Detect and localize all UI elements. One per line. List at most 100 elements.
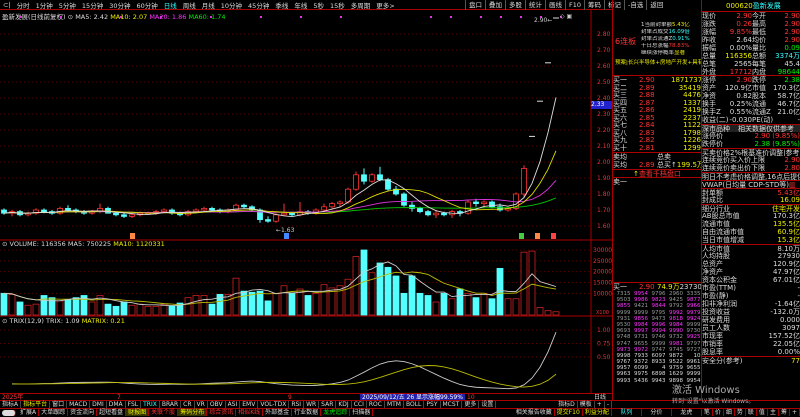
label[interactable]: VWAP(日均量 CDP-STD等) [702,181,789,188]
indicator-tab[interactable]: 窗口 [50,401,68,408]
indicator-tab[interactable]: DMI [90,401,107,408]
indicator-tab[interactable]: VR [195,401,208,408]
indicator-tab[interactable]: BRAR [160,401,182,408]
indicator-control[interactable]: 指标D [556,401,578,408]
panel-tab[interactable]: 龙虎 [672,409,702,416]
indicator-tab[interactable]: MTM [385,401,404,408]
function-tab[interactable]: 大单跟踪 [39,409,69,416]
indicator-tab[interactable]: WR [304,401,320,408]
panel-tab[interactable]: 势 [735,409,746,416]
trix-tick-label: 0.50 [597,354,611,361]
stock-name[interactable]: 盈新发展 [753,0,781,11]
panel-tab[interactable]: 主 [768,409,779,416]
candle-body [361,174,367,182]
indicator-tab[interactable]: MACD [67,401,91,408]
bid-level-row[interactable]: 买五 2.86 2419 [613,106,701,113]
function-tab[interactable]: 综合资讯 [207,409,237,416]
volume-bar [72,297,80,316]
panel-tab[interactable]: + [790,409,800,416]
panel-tab[interactable]: 值 [757,409,768,416]
indicator-tab[interactable]: 设置 [479,401,497,408]
indicator-tab[interactable]: KDJ [336,401,352,408]
event-marker [130,233,135,239]
price-tick-label: 2.60 [597,63,611,70]
function-tab[interactable]: 相似K线 [236,409,264,416]
volume-bar [312,292,320,316]
indicator-tab[interactable]: CCI [352,401,367,408]
function-tab[interactable]: 关联个股 [149,409,179,416]
panel-tab[interactable]: 分价 [642,409,672,416]
function-tab[interactable]: 扫描器 [350,409,374,416]
bid-price: 2.89 [639,83,655,91]
indicator-tab[interactable]: RSI [289,401,305,408]
matrix-line [11,365,557,388]
panel-tab[interactable]: 队列 [612,409,642,416]
panel-tab[interactable]: 筹 [779,409,790,416]
indicator-control[interactable]: - [605,401,612,408]
finance-row: 市现率 157.52亿 [702,332,800,340]
function-tab[interactable]: 扩展A [18,409,40,416]
panel-tab[interactable]: 价 [713,409,724,416]
indicator-tab[interactable]: MCST [441,401,463,408]
function-tab[interactable]: 财报图 [126,409,150,416]
notice-row: 深市品种 相关数据仅供参考 [702,124,800,132]
view-depth-button[interactable]: ↑ 查看千档盘口 [613,169,701,177]
function-link[interactable]: 相关报告收藏 [514,409,555,416]
bid-level-row[interactable]: 买七 2.84 1122 [613,121,701,128]
panel-tab[interactable]: 联 [746,409,757,416]
function-tab[interactable]: 外部基金 [263,409,293,416]
toggle-switch[interactable] [2,410,16,416]
kline-chart[interactable]: 2.802.702.602.502.402.302.202.102.001.90… [0,0,612,400]
label: 买均 [613,161,627,169]
bid-level-row[interactable]: 买二 2.89 35419 [613,83,701,91]
function-tab[interactable]: 龙虎追踪 [321,409,351,416]
indicator-tab[interactable]: ROC [367,401,385,408]
indicator-tab[interactable]: ASI [226,401,241,408]
bid-level-row[interactable]: 买一 2.90 1871737 [613,76,701,83]
indicator-tab[interactable]: FSL [126,401,142,408]
panel-tab[interactable]: 细 [724,409,735,416]
bid-level-row[interactable]: 买九 2.82 1226 [613,136,701,143]
field-label: 振幅 [702,44,716,52]
function-tab[interactable]: 资金流向 [68,409,98,416]
indicator-control[interactable]: + [595,401,605,408]
volume-bar [128,304,136,316]
indicator-tab[interactable]: SAR [319,401,337,408]
indicator-tab[interactable]: BOLL [404,401,425,408]
indicator-tab[interactable]: 指标平台 [21,401,51,408]
indicator-tab[interactable]: 更多 [462,401,480,408]
field-value: 15.3亿 [777,236,800,244]
windows-activation-watermark: 激活 Windows 转到"设置"以激活 Windows。 [672,385,755,405]
bid-level-row[interactable]: 买三 2.88 4476 [613,91,701,99]
indicator-tab[interactable]: CR [181,401,195,408]
indicator-tab[interactable]: TRIX [141,401,160,408]
indicator-tab[interactable]: VOL-TDX [258,401,290,408]
function-tab[interactable]: 行业数据 [292,409,322,416]
function-tab[interactable]: 超短看盘 [97,409,127,416]
bid-level-row[interactable]: 买八 2.83 1798 [613,129,701,136]
field-value: 2.90 (9.85%) [754,132,800,140]
chart-tool-icons[interactable]: ◇ ▣ [560,13,572,20]
indicator-tab[interactable]: PSY [424,401,441,408]
function-tab[interactable]: 筹码分布 [178,409,208,416]
event-marker [519,233,524,239]
fundamental-row: 资产 120.9亿 市值 170.3亿 [702,84,800,92]
indicator-tab[interactable]: 指标A [0,401,22,408]
panel-tab[interactable]: 笔 [702,409,713,416]
bid-level-label: 买三 [613,91,627,99]
bid-level-row[interactable]: 买六 2.85 2237 [613,113,701,121]
bid-level-row[interactable]: 买十 2.81 1299 [613,144,701,151]
function-link[interactable]: 利益分配 [583,409,612,416]
indicator-tab[interactable]: OBV [208,401,226,408]
price-tick-label: 1.60 [597,223,611,230]
indicator-tab[interactable]: EMV [240,401,259,408]
indicator-control[interactable]: 模板 [578,401,595,408]
function-link[interactable]: 提交F10 [555,409,583,416]
vwap-link[interactable]: VWAP(日均量 CDP-STD等) ▥ [702,180,800,188]
bid-average-row: 买均 2.89 总买↑ 199.5万 [613,161,701,169]
label[interactable]: 查看千档盘口 [639,170,681,177]
indicator-tab[interactable]: DMA [107,401,126,408]
field-label: 人均持股 [702,252,730,260]
bid-price: 2.85 [639,113,655,121]
bid-level-row[interactable]: 买四 2.87 1337 [613,99,701,106]
